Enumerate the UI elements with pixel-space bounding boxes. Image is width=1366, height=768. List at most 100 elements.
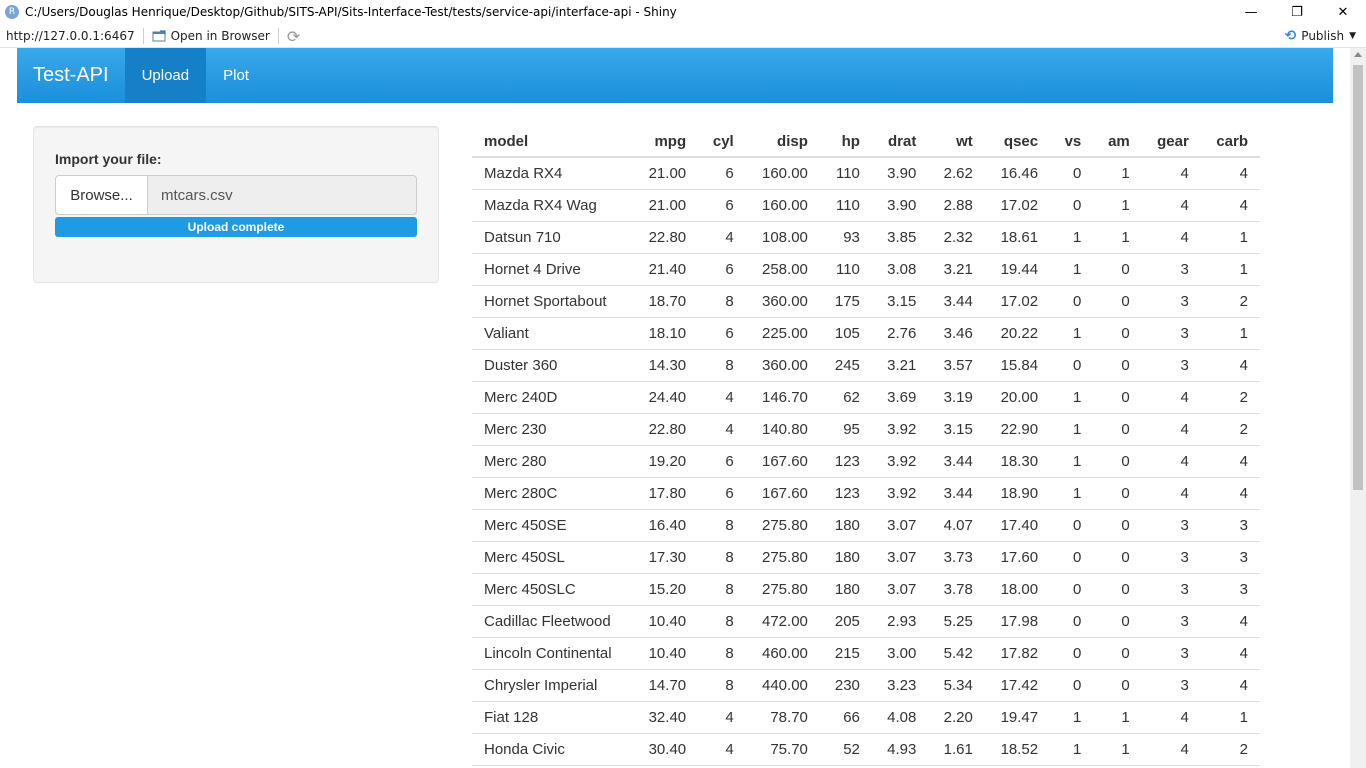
cell-disp: 360.00 <box>745 285 820 318</box>
cell-am: 0 <box>1093 477 1142 510</box>
cell-mpg: 16.40 <box>632 509 699 542</box>
publish-button[interactable]: ⟲ Publish ▼ <box>1285 25 1356 47</box>
cell-wt: 1.61 <box>928 733 985 766</box>
cell-wt: 2.32 <box>928 221 985 254</box>
cell-disp: 167.60 <box>745 477 820 510</box>
cell-drat: 3.85 <box>871 221 929 254</box>
table-row: Merc 280 19.20 6 167.60 123 3.92 3.44 18.30 1 0 4 4 <box>472 445 1260 478</box>
table-row: Merc 450SL 17.30 8 275.80 180 3.07 3.73 17.60 0 0… <box>472 541 1260 574</box>
close-button[interactable]: ✕ <box>1320 0 1366 24</box>
cell-hp: 110 <box>819 157 872 190</box>
cell-vs: 0 <box>1050 605 1094 638</box>
cell-gear: 3 <box>1141 253 1201 286</box>
cell-mpg: 10.40 <box>632 637 699 670</box>
cell-mpg: 18.10 <box>632 317 699 350</box>
cell-qsec: 17.02 <box>984 189 1051 222</box>
cell-mpg: 17.80 <box>632 477 699 510</box>
table-row: Hornet 4 Drive 21.40 6 258.00 110 3.08 3.21 19.… <box>472 253 1260 286</box>
cell-gear: 4 <box>1141 381 1201 414</box>
browse-button[interactable]: Browse... <box>55 175 148 215</box>
cell-model: Mazda RX4 Wag <box>472 189 633 222</box>
cell-mpg: 21.40 <box>632 253 699 286</box>
cell-drat: 3.07 <box>871 573 929 606</box>
cell-drat: 3.07 <box>871 541 929 574</box>
restore-button[interactable]: ❐ <box>1274 0 1320 24</box>
table-row: Valiant 18.10 6 225.00 105 2.76 3.46 20.22 1 0 3 1 <box>472 317 1260 350</box>
cell-gear: 4 <box>1141 189 1201 222</box>
cell-cyl: 6 <box>698 157 746 190</box>
tab-plot[interactable]: Plot <box>206 48 266 103</box>
cell-wt: 2.20 <box>928 701 985 734</box>
cell-am: 0 <box>1093 317 1142 350</box>
cell-wt: 3.46 <box>928 317 985 350</box>
table-row: Mazda RX4 Wag 21.00 6 160.00 110 3.90 2.88 17.0… <box>472 189 1260 222</box>
cell-carb: 3 <box>1200 541 1260 574</box>
cell-drat: 3.90 <box>871 157 929 190</box>
cell-model: Datsun 710 <box>472 221 633 254</box>
column-header-drat: drat <box>871 126 929 158</box>
cell-model: Honda Civic <box>472 733 633 766</box>
file-name-field[interactable]: mtcars.csv <box>148 175 417 215</box>
cell-model: Merc 450SE <box>472 509 633 542</box>
scroll-up-icon[interactable] <box>1354 52 1362 57</box>
window-controls: — ❐ ✕ <box>1228 0 1366 24</box>
cell-disp: 440.00 <box>745 669 820 702</box>
app-frame: Test-API Upload Plot Import your file: B… <box>0 48 1350 768</box>
cell-gear: 3 <box>1141 573 1201 606</box>
cell-qsec: 19.47 <box>984 701 1051 734</box>
cell-drat: 3.08 <box>871 253 929 286</box>
refresh-icon[interactable]: ⟳ <box>287 27 300 46</box>
cell-wt: 2.62 <box>928 157 985 190</box>
column-header-hp: hp <box>819 126 872 158</box>
cell-drat: 3.00 <box>871 637 929 670</box>
cell-cyl: 6 <box>698 189 746 222</box>
cell-vs: 1 <box>1050 317 1094 350</box>
cell-cyl: 8 <box>698 605 746 638</box>
minimize-button[interactable]: — <box>1228 0 1274 24</box>
cell-wt: 5.42 <box>928 637 985 670</box>
cell-drat: 3.07 <box>871 509 929 542</box>
cell-disp: 160.00 <box>745 157 820 190</box>
cell-cyl: 6 <box>698 477 746 510</box>
cell-cyl: 4 <box>698 221 746 254</box>
cell-vs: 1 <box>1050 733 1094 766</box>
cell-qsec: 17.82 <box>984 637 1051 670</box>
cell-qsec: 15.84 <box>984 349 1051 382</box>
scrollbar-thumb[interactable] <box>1353 65 1363 490</box>
table-row: Cadillac Fleetwood 10.40 8 472.00 205 2.93 5.2… <box>472 605 1260 638</box>
navbar-brand[interactable]: Test-API <box>17 48 125 103</box>
cell-hp: 110 <box>819 189 872 222</box>
cell-model: Chrysler Imperial <box>472 669 633 702</box>
cell-carb: 1 <box>1200 221 1260 254</box>
cell-mpg: 19.20 <box>632 445 699 478</box>
cell-disp: 140.80 <box>745 413 820 446</box>
cell-model: Merc 450SL <box>472 541 633 574</box>
vertical-scrollbar[interactable] <box>1350 48 1366 768</box>
table-row: Merc 450SE 16.40 8 275.80 180 3.07 4.07 17.40 0 0… <box>472 509 1260 542</box>
table-row: Merc 280C 17.80 6 167.60 123 3.92 3.44 18.90 1 0 4… <box>472 477 1260 510</box>
cell-disp: 167.60 <box>745 445 820 478</box>
cell-gear: 4 <box>1141 413 1201 446</box>
table-row: Datsun 710 22.80 4 108.00 93 3.85 2.32 18.61 1 1 4… <box>472 221 1260 254</box>
tab-upload[interactable]: Upload <box>124 48 207 103</box>
cell-carb: 3 <box>1200 573 1260 606</box>
cell-cyl: 6 <box>698 253 746 286</box>
cell-vs: 0 <box>1050 573 1094 606</box>
column-header-model: model <box>472 126 633 158</box>
cell-qsec: 20.22 <box>984 317 1051 350</box>
cell-mpg: 32.40 <box>632 701 699 734</box>
table-row: Fiat 128 32.40 4 78.70 66 4.08 2.20 19.47 1 1 4 1 <box>472 701 1260 734</box>
cell-cyl: 8 <box>698 637 746 670</box>
cell-am: 0 <box>1093 253 1142 286</box>
cell-model: Duster 360 <box>472 349 633 382</box>
cell-hp: 205 <box>819 605 872 638</box>
cell-am: 0 <box>1093 541 1142 574</box>
cell-vs: 0 <box>1050 541 1094 574</box>
cell-drat: 4.08 <box>871 701 929 734</box>
open-in-browser-button[interactable]: Open in Browser <box>152 29 270 43</box>
cell-drat: 3.90 <box>871 189 929 222</box>
cell-hp: 180 <box>819 509 872 542</box>
cell-vs: 0 <box>1050 189 1094 222</box>
cell-qsec: 22.90 <box>984 413 1051 446</box>
cell-vs: 1 <box>1050 445 1094 478</box>
